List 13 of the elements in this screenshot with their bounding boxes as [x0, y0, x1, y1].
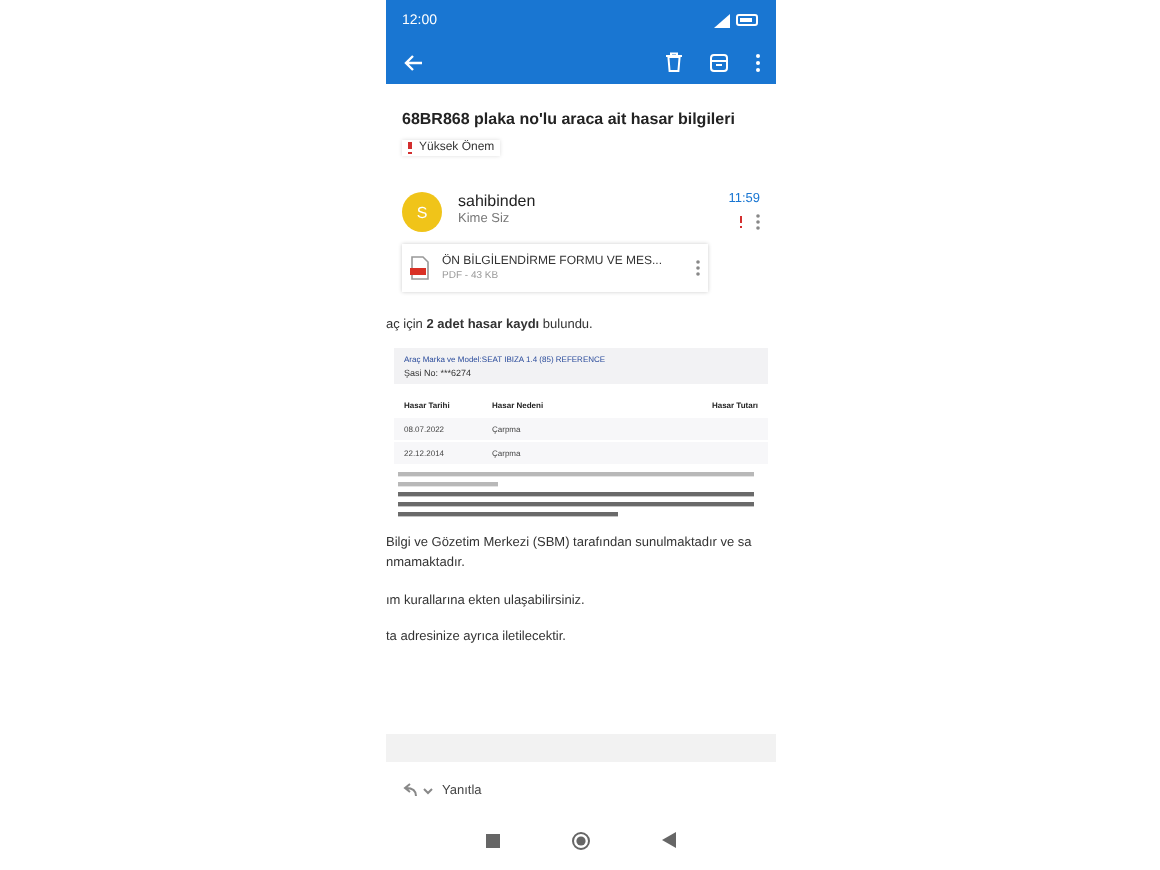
sender-name: sahibinden: [458, 192, 538, 210]
trash-icon[interactable]: [666, 52, 682, 72]
back-triangle-icon[interactable]: [662, 832, 676, 848]
battery-icon: [736, 14, 760, 26]
reply-icon[interactable]: [402, 782, 434, 798]
square-icon[interactable]: [486, 833, 500, 847]
home-icon[interactable]: [572, 831, 590, 849]
email-subject: 68BR868 plaka no'lu araca ait hasar bilgileri: [402, 110, 737, 128]
signal-icon: [712, 13, 730, 27]
back-arrow-icon[interactable]: [404, 53, 424, 71]
pdf-file-icon: [410, 256, 430, 280]
sender-avatar: S: [402, 192, 442, 232]
archive-icon[interactable]: [710, 53, 728, 71]
